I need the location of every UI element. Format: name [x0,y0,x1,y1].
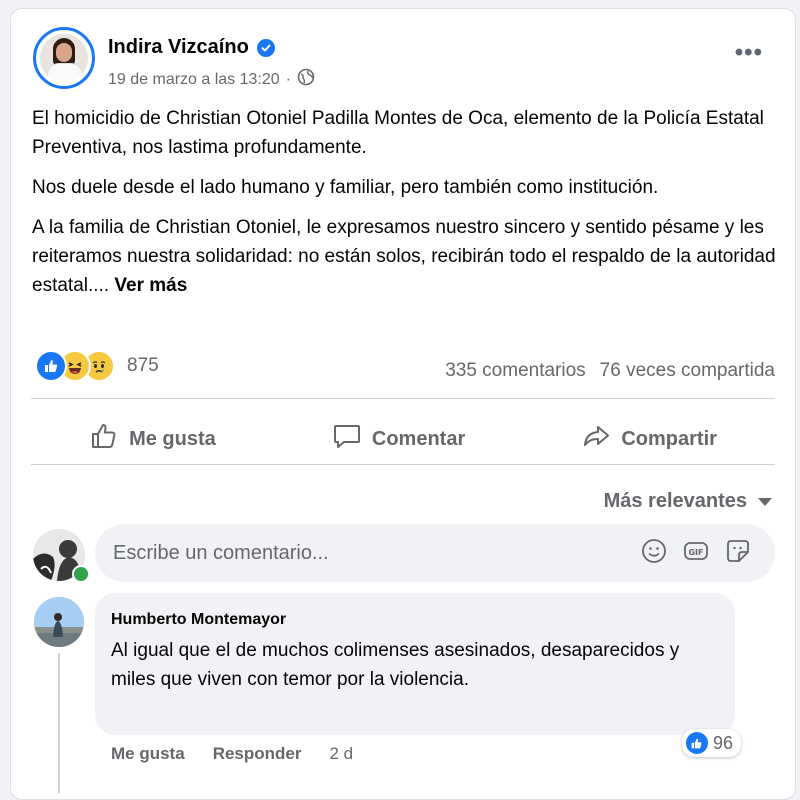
online-status-icon [72,565,90,583]
share-icon [581,421,611,457]
see-more-link[interactable]: Ver más [114,275,187,296]
divider [31,398,775,399]
globe-icon [297,68,315,91]
emoji-icon[interactable] [641,538,667,569]
post-card: Indira Vizcaíno 19 de marzo a las 13:20 … [10,8,796,800]
comment-bubble: Humberto Montemayor Al igual que el de m… [95,593,741,757]
thumbs-up-icon [89,421,119,457]
comment-reaction-badge[interactable]: 96 [681,729,741,757]
comment-input-placeholder: Escribe un comentario... [113,541,329,564]
comment-button-label: Comentar [371,427,466,450]
post-date[interactable]: 19 de marzo a las 13:20 [108,71,280,89]
separator-dot: · [285,70,291,88]
post-action-bar: Me gusta Comentar Compartir [31,409,775,469]
sticker-icon[interactable] [725,538,751,569]
reply-thread-line [58,653,60,793]
caret-down-icon [757,490,773,513]
comment-reaction-count: 96 [712,732,733,753]
comment-author[interactable]: Humberto Montemayor [111,611,286,629]
author-name-row: Indira Vizcaíno [108,36,275,59]
comment-reply-link[interactable]: Responder [213,744,302,764]
post-paragraph: A la familia de Christian Otoniel, le ex… [32,213,782,300]
like-button-label: Me gusta [129,427,216,450]
more-options-icon[interactable]: ••• [735,39,763,67]
shares-count[interactable]: 76 veces compartida [600,360,775,382]
comment-actions: Me gusta Responder 2 d [111,744,353,764]
comment-sort-dropdown[interactable]: Más relevantes [604,490,773,513]
reaction-count: 875 [127,355,159,376]
verified-icon [256,38,275,57]
composer-tools: GIF [641,538,751,569]
comment-timestamp[interactable]: 2 d [329,744,353,764]
comment-text: Al igual que el de muchos colimenses ase… [111,640,680,690]
comment-input[interactable]: Escribe un comentario... GIF [95,524,775,582]
comments-count[interactable]: 335 comentarios [445,360,585,382]
post-body: El homicidio de Christian Otoniel Padill… [32,104,782,311]
share-button[interactable]: Compartir [581,421,717,457]
sort-label: Más relevantes [603,490,747,512]
comment-like-link[interactable]: Me gusta [111,744,185,764]
svg-text:GIF: GIF [688,548,703,557]
gif-icon[interactable]: GIF [683,538,709,569]
post-paragraph: Nos duele desde el lado humano y familia… [32,177,659,198]
post-meta: 19 de marzo a las 13:20 · [108,68,315,91]
like-reaction-icon [35,350,67,382]
comment-icon [332,421,362,457]
share-button-label: Compartir [621,427,717,450]
reaction-summary[interactable]: 875 [35,350,159,382]
post-paragraph: El homicidio de Christian Otoniel Padill… [32,108,764,158]
author-name[interactable]: Indira Vizcaíno [108,36,249,59]
author-avatar[interactable] [33,27,95,89]
comment-button[interactable]: Comentar [332,421,465,457]
like-reaction-icon [685,732,708,754]
commenter-avatar[interactable] [34,597,84,647]
divider [31,464,775,465]
engagement-counts: 335 comentarios 76 veces compartida [445,360,775,382]
like-button[interactable]: Me gusta [89,421,216,457]
